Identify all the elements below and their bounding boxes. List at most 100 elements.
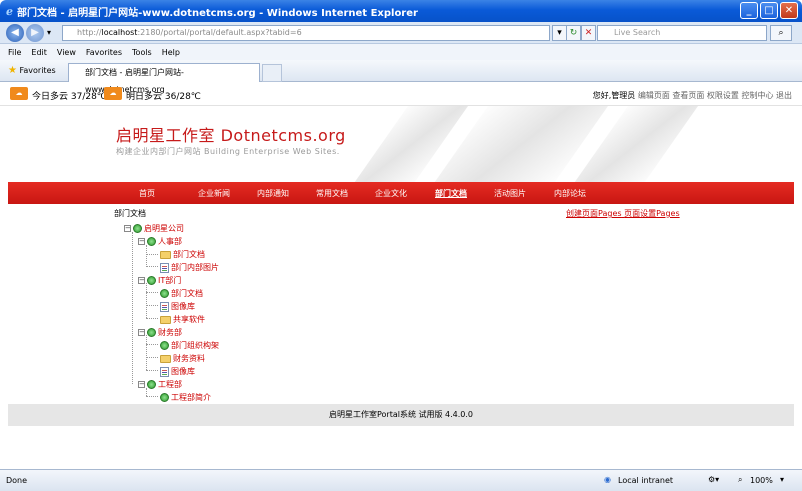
menu-favorites[interactable]: Favorites [86, 48, 122, 57]
tree-line [132, 232, 133, 384]
collapse-icon[interactable]: − [138, 277, 145, 284]
weather-today: 今日多云 37/28℃ [32, 92, 107, 102]
stop-icon[interactable]: ✕ [581, 25, 596, 41]
site-title: 启明星工作室 Dotnetcms.org [116, 126, 346, 145]
content-area [8, 204, 794, 404]
tree-label[interactable]: 部门文档 [171, 288, 203, 299]
tree-label[interactable]: 图像库 [171, 366, 195, 377]
maximize-button[interactable]: □ [760, 2, 778, 19]
weather-tomorrow: 明日多云 36/28℃ [126, 92, 201, 102]
page-settings-link[interactable]: 页面设置Pages [624, 209, 680, 218]
zone-label: Local intranet [618, 476, 674, 485]
tree-line [146, 283, 147, 318]
tree-node-root[interactable]: − 启明星公司 [124, 223, 184, 234]
favorites-button[interactable]: ★ Favorites [8, 65, 56, 76]
tree-node-fin-images[interactable]: 图像库 [160, 366, 195, 377]
tree-node-it-share[interactable]: 共享软件 [160, 314, 205, 325]
tree-node-hr-docs[interactable]: 部门文档 [160, 249, 205, 260]
ie-logo-icon: ℯ [6, 4, 13, 18]
tree-node-eng[interactable]: − 工程部 [138, 379, 182, 390]
tree-node-finance[interactable]: − 财务部 [138, 327, 182, 338]
url-prefix: http:// [77, 28, 102, 37]
favorites-bar: ★ Favorites 部门文档 - 启明星门户网站-www.dotnetcms… [0, 60, 802, 94]
tree-label[interactable]: 部门组织构架 [171, 340, 219, 351]
nav-common-docs[interactable]: 常用文档 [316, 188, 348, 199]
tree-label[interactable]: 工程部 [158, 379, 182, 390]
tree-node-it[interactable]: − IT部门 [138, 275, 181, 286]
folder-icon [160, 250, 171, 259]
nav-culture[interactable]: 企业文化 [375, 188, 407, 199]
search-input[interactable]: Live Search [597, 25, 767, 41]
zoom-dropdown-icon[interactable]: ▾ [780, 475, 784, 484]
collapse-icon[interactable]: − [138, 238, 145, 245]
tree-label[interactable]: 部门内部图片 [171, 262, 219, 273]
back-button[interactable]: ◀ [6, 24, 24, 42]
forward-button[interactable]: ▶ [26, 24, 44, 42]
url-dropdown-icon[interactable]: ▾ [552, 25, 567, 41]
tree-label[interactable]: IT部门 [158, 275, 181, 286]
close-button[interactable]: ✕ [780, 2, 798, 19]
protected-mode-icon[interactable]: ⚙▾ [708, 475, 719, 484]
browser-tab[interactable]: 部门文档 - 启明星门户网站-www.dotnetcms.org [68, 63, 260, 94]
tree-node-it-images[interactable]: 图像库 [160, 301, 195, 312]
collapse-icon[interactable]: − [138, 329, 145, 336]
status-bar: Done ◉ Local intranet ⚙▾ ⌕ 100% ▾ [0, 469, 802, 491]
collapse-icon[interactable]: − [138, 381, 145, 388]
tree-label[interactable]: 财务资料 [173, 353, 205, 364]
tree-line [146, 254, 158, 255]
tree-node-hr[interactable]: − 人事部 [138, 236, 182, 247]
user-links: 您好,管理员 编辑页面 查看页面 权限设置 控制中心 退出 [593, 90, 792, 101]
tree-node-it-docs[interactable]: 部门文档 [160, 288, 203, 299]
tree-node-hr-pics[interactable]: 部门内部图片 [160, 262, 219, 273]
nav-news[interactable]: 企业新闻 [198, 188, 230, 199]
tree-line [146, 292, 158, 293]
tree-label[interactable]: 工程部简介 [171, 392, 211, 403]
collapse-icon[interactable]: − [124, 225, 131, 232]
tree-label[interactable]: 启明星公司 [144, 223, 184, 234]
url-input[interactable]: http://localhost:2180/portal/portal/defa… [62, 25, 550, 41]
folder-icon [160, 354, 171, 363]
minimize-button[interactable]: _ [740, 2, 758, 19]
tree-node-eng-intro[interactable]: 工程部简介 [160, 392, 211, 403]
org-icon [147, 237, 156, 246]
tree-label[interactable]: 共享软件 [173, 314, 205, 325]
org-icon [147, 328, 156, 337]
tree-line [146, 335, 147, 370]
admin-links[interactable]: 编辑页面 查看页面 权限设置 控制中心 退出 [638, 91, 792, 100]
search-icon[interactable]: ⌕ [770, 25, 792, 41]
create-page-link[interactable]: 创建页面Pages [566, 209, 622, 218]
history-dropdown-icon[interactable]: ▾ [47, 28, 51, 37]
tree-label[interactable]: 图像库 [171, 301, 195, 312]
nav-notices[interactable]: 内部通知 [257, 188, 289, 199]
site-banner: 启明星工作室 Dotnetcms.org 构建企业内部门户网站 Building… [0, 106, 802, 182]
tree-node-fin-org[interactable]: 部门组织构架 [160, 340, 219, 351]
page-icon [160, 366, 169, 377]
org-icon [160, 289, 169, 298]
zoom-level[interactable]: 100% [750, 476, 773, 485]
globe-icon: ◉ [604, 475, 611, 484]
tree-label[interactable]: 部门文档 [173, 249, 205, 260]
refresh-icon[interactable]: ↻ [566, 25, 581, 41]
tree-line [146, 318, 158, 319]
menu-help[interactable]: Help [162, 48, 180, 57]
org-icon [147, 276, 156, 285]
menu-view[interactable]: View [57, 48, 76, 57]
window-title: 部门文档 - 启明星门户网站-www.dotnetcms.org - Windo… [17, 7, 418, 19]
page-actions: 创建页面Pages 页面设置Pages [566, 208, 680, 219]
menu-edit[interactable]: Edit [31, 48, 47, 57]
zoom-icon: ⌕ [738, 475, 743, 484]
page-title: 部门文档 [114, 209, 146, 218]
tree-label[interactable]: 人事部 [158, 236, 182, 247]
tree-node-fin-data[interactable]: 财务资料 [160, 353, 205, 364]
tree-label[interactable]: 财务部 [158, 327, 182, 338]
nav-forum[interactable]: 内部论坛 [554, 188, 586, 199]
url-rest: :2180/portal/portal/default.aspx?tabid=6 [137, 28, 302, 37]
org-icon [160, 393, 169, 402]
new-tab-button[interactable] [262, 64, 282, 82]
menu-tools[interactable]: Tools [132, 48, 152, 57]
nav-photos[interactable]: 活动图片 [494, 188, 526, 199]
cloud-icon: ☁ [10, 87, 28, 100]
nav-home[interactable]: 首页 [139, 188, 155, 199]
nav-dept-docs[interactable]: 部门文档 [435, 188, 467, 199]
menu-file[interactable]: File [8, 48, 21, 57]
